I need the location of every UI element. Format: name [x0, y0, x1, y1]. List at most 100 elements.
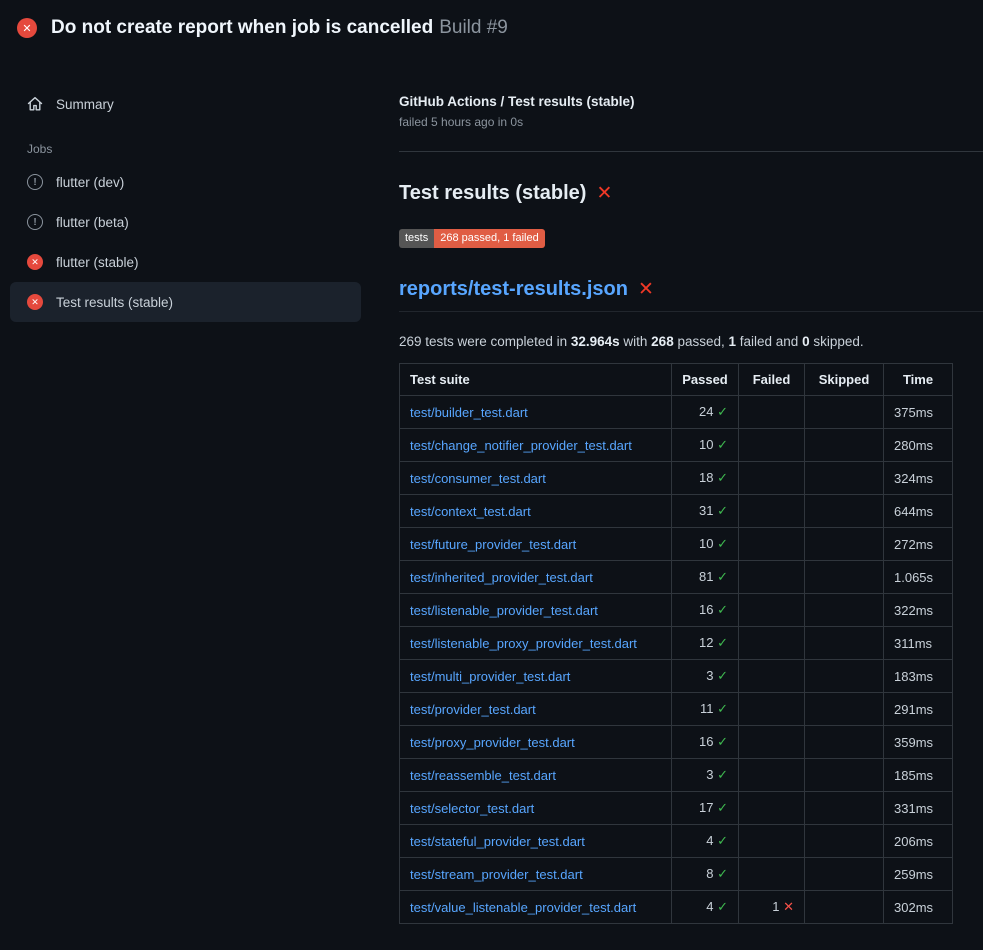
suite-link[interactable]: test/selector_test.dart — [410, 801, 534, 816]
failed-cell — [739, 627, 805, 660]
divider — [399, 151, 983, 152]
suite-cell: test/listenable_provider_test.dart — [400, 594, 672, 627]
passed-cell: 10 ✓ — [672, 528, 739, 561]
check-icon: ✓ — [717, 503, 728, 518]
results-table: Test suitePassedFailedSkippedTime test/b… — [399, 363, 953, 924]
suite-link[interactable]: test/builder_test.dart — [410, 405, 528, 420]
check-icon: ✓ — [717, 536, 728, 551]
suite-link[interactable]: test/inherited_provider_test.dart — [410, 570, 593, 585]
passed-cell: 4 ✓ — [672, 825, 739, 858]
skipped-cell — [805, 627, 884, 660]
suite-cell: test/change_notifier_provider_test.dart — [400, 429, 672, 462]
skipped-cell — [805, 825, 884, 858]
table-row: test/stateful_provider_test.dart 4 ✓ 206ms — [400, 825, 953, 858]
suite-cell: test/context_test.dart — [400, 495, 672, 528]
column-header: Passed — [672, 364, 739, 396]
suite-link[interactable]: test/proxy_provider_test.dart — [410, 735, 575, 750]
summary-text: 269 tests were completed in 32.964s with… — [399, 334, 983, 349]
time-cell: 185ms — [884, 759, 953, 792]
suite-cell: test/builder_test.dart — [400, 396, 672, 429]
column-header: Time — [884, 364, 953, 396]
suite-cell: test/consumer_test.dart — [400, 462, 672, 495]
table-row: test/stream_provider_test.dart8 ✓259ms — [400, 858, 953, 891]
passed-cell: 18 ✓ — [672, 462, 739, 495]
failed-cell — [739, 693, 805, 726]
sidebar-item-flutter-beta[interactable]: !flutter (beta) — [10, 202, 361, 242]
report-link[interactable]: reports/test-results.json — [399, 278, 628, 301]
sidebar-item-flutter-dev[interactable]: !flutter (dev) — [10, 162, 361, 202]
failed-cell — [739, 759, 805, 792]
passed-cell: 11 ✓ — [672, 693, 739, 726]
failed-cell — [739, 561, 805, 594]
table-row: test/selector_test.dart17 ✓331ms — [400, 792, 953, 825]
table-row: test/value_listenable_provider_test.dart… — [400, 891, 953, 924]
suite-cell: test/reassemble_test.dart — [400, 759, 672, 792]
neutral-status-icon: ! — [27, 214, 43, 230]
time-cell: 183ms — [884, 660, 953, 693]
home-icon — [27, 96, 43, 112]
time-cell: 644ms — [884, 495, 953, 528]
table-row: test/provider_test.dart 11 ✓ 291ms — [400, 693, 953, 726]
passed-cell: 4 ✓ — [672, 891, 739, 924]
table-row: test/builder_test.dart24 ✓375ms — [400, 396, 953, 429]
skipped-cell — [805, 561, 884, 594]
passed-count: 268 — [651, 334, 674, 349]
suite-link[interactable]: test/consumer_test.dart — [410, 471, 546, 486]
time-cell: 291ms — [884, 693, 953, 726]
suite-cell: test/provider_test.dart — [400, 693, 672, 726]
sidebar-item-label: Test results (stable) — [56, 295, 173, 310]
skipped-cell — [805, 660, 884, 693]
sidebar-item-flutter-stable[interactable]: ✕flutter (stable) — [10, 242, 361, 282]
skipped-cell — [805, 726, 884, 759]
sidebar-item-test-results-stable[interactable]: ✕Test results (stable) — [10, 282, 361, 322]
passed-cell: 3 ✓ — [672, 660, 739, 693]
suite-link[interactable]: test/stream_provider_test.dart — [410, 867, 583, 882]
skipped-cell — [805, 495, 884, 528]
build-number: Build #9 — [439, 17, 508, 38]
time-cell: 1.065s — [884, 561, 953, 594]
time-cell: 324ms — [884, 462, 953, 495]
x-icon: ✕ — [783, 899, 794, 914]
suite-link[interactable]: test/provider_test.dart — [410, 702, 536, 717]
sidebar-item-label: flutter (dev) — [56, 175, 124, 190]
suite-cell: test/inherited_provider_test.dart — [400, 561, 672, 594]
sidebar-jobs: !flutter (dev)!flutter (beta)✕flutter (s… — [10, 162, 361, 322]
suite-link[interactable]: test/change_notifier_provider_test.dart — [410, 438, 632, 453]
sidebar-item-summary[interactable]: Summary — [10, 84, 361, 124]
suite-link[interactable]: test/listenable_proxy_provider_test.dart — [410, 636, 637, 651]
suite-link[interactable]: test/multi_provider_test.dart — [410, 669, 570, 684]
check-icon: ✓ — [717, 899, 728, 914]
suite-link[interactable]: test/listenable_provider_test.dart — [410, 603, 598, 618]
table-row: test/multi_provider_test.dart 3 ✓ 183ms — [400, 660, 953, 693]
column-header: Failed — [739, 364, 805, 396]
time-cell: 206ms — [884, 825, 953, 858]
suite-link[interactable]: test/reassemble_test.dart — [410, 768, 556, 783]
suite-link[interactable]: test/context_test.dart — [410, 504, 531, 519]
time-cell: 302ms — [884, 891, 953, 924]
skipped-cell — [805, 594, 884, 627]
column-header: Skipped — [805, 364, 884, 396]
run-meta: failed 5 hours ago in 0s — [399, 115, 983, 129]
passed-cell: 16 ✓ — [672, 594, 739, 627]
passed-cell: 3 ✓ — [672, 759, 739, 792]
skipped-cell — [805, 528, 884, 561]
table-row: test/listenable_proxy_provider_test.dart… — [400, 627, 953, 660]
check-icon: ✓ — [717, 668, 728, 683]
passed-cell: 8 ✓ — [672, 858, 739, 891]
failed-count: 1 — [729, 334, 737, 349]
main-layout: Summary Jobs !flutter (dev)!flutter (bet… — [0, 56, 983, 950]
failed-x-icon: ✕ — [596, 184, 612, 203]
failed-status-icon: ✕ — [17, 18, 37, 38]
check-icon: ✓ — [717, 866, 728, 881]
tests-badge: tests 268 passed, 1 failed — [399, 229, 545, 248]
suite-link[interactable]: test/value_listenable_provider_test.dart — [410, 900, 636, 915]
suite-cell: test/value_listenable_provider_test.dart — [400, 891, 672, 924]
suite-link[interactable]: test/future_provider_test.dart — [410, 537, 576, 552]
failed-cell — [739, 462, 805, 495]
suite-link[interactable]: test/stateful_provider_test.dart — [410, 834, 585, 849]
skipped-cell — [805, 891, 884, 924]
check-icon: ✓ — [717, 404, 728, 419]
report-title: reports/test-results.json ✕ — [399, 278, 983, 312]
failed-cell — [739, 495, 805, 528]
skipped-cell — [805, 429, 884, 462]
